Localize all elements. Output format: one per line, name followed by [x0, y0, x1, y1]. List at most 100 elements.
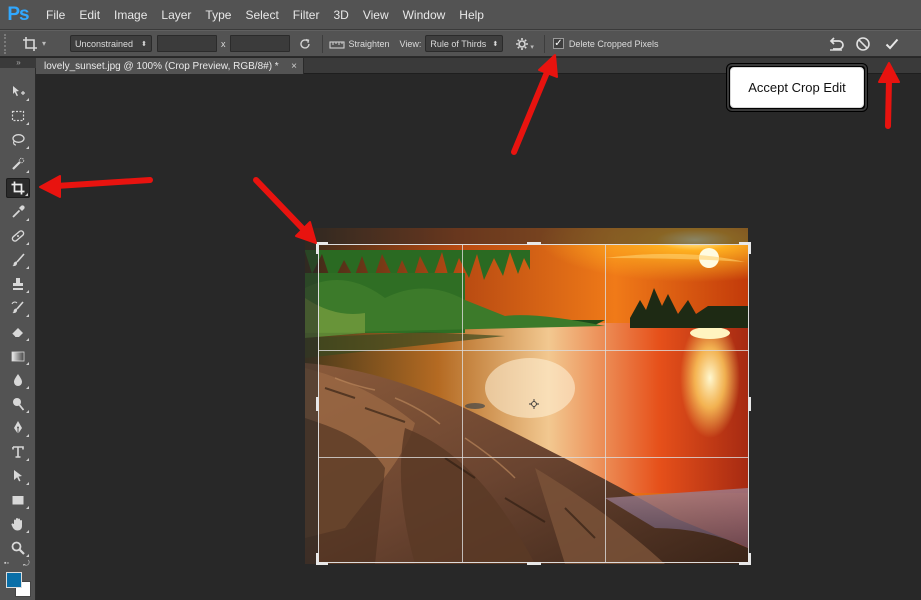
magnifier-icon	[11, 541, 25, 555]
hand-icon	[11, 518, 22, 531]
photoshop-logo: Ps	[7, 3, 29, 25]
separator	[321, 34, 323, 53]
brush-icon	[12, 253, 25, 267]
brush-tool[interactable]	[6, 250, 30, 270]
default-colors-icon[interactable]: ▪▫	[4, 560, 9, 567]
options-bar-grip[interactable]	[4, 33, 12, 54]
width-field[interactable]	[157, 35, 217, 52]
reset-icon[interactable]	[827, 36, 845, 52]
eraser-tool[interactable]	[6, 322, 30, 342]
crop-handle-left[interactable]	[316, 397, 319, 411]
tools-panel: » ▪▫ ⤾	[0, 58, 36, 600]
foreground-color-swatch[interactable]	[6, 572, 22, 588]
menu-window[interactable]: Window	[396, 0, 453, 30]
chevron-down-icon: ▾	[42, 39, 47, 48]
history-brush-tool[interactable]	[6, 298, 30, 318]
thirds-guide-horizontal	[319, 457, 748, 458]
clone-stamp-tool[interactable]	[6, 274, 30, 294]
crop-handle-bottom[interactable]	[527, 562, 541, 565]
healing-brush-tool[interactable]	[6, 226, 30, 246]
crop-handle-bottom-left[interactable]	[316, 553, 319, 565]
marquee-tool[interactable]	[6, 106, 30, 126]
crop-box[interactable]	[316, 242, 751, 565]
thirds-guide-vertical	[462, 245, 463, 562]
crop-handle-bottom-right[interactable]	[748, 553, 751, 565]
straighten-label[interactable]: Straighten	[349, 39, 390, 49]
blur-tool[interactable]	[6, 370, 30, 390]
menu-help[interactable]: Help	[452, 0, 491, 30]
move-icon	[13, 86, 25, 97]
crop-center-icon	[529, 399, 539, 409]
thirds-guide-horizontal	[319, 350, 748, 351]
rectangle-tool[interactable]	[6, 490, 30, 510]
move-tool[interactable]	[6, 82, 30, 102]
aspect-ratio-dropdown[interactable]: Unconstrained ⬍	[70, 35, 152, 52]
delete-cropped-checkbox[interactable]: ✓	[552, 38, 564, 49]
document-tab-title: lovely_sunset.jpg @ 100% (Crop Preview, …	[44, 60, 279, 72]
crop-tool[interactable]	[6, 178, 30, 198]
bandage-icon	[11, 230, 25, 242]
menu-type[interactable]: Type	[198, 0, 238, 30]
swap-colors-icon[interactable]: ⤾	[23, 559, 30, 569]
view-label: View:	[399, 38, 422, 49]
eyedropper-icon	[12, 205, 25, 218]
separator	[543, 34, 545, 53]
gradient-tool[interactable]	[6, 346, 30, 366]
close-icon[interactable]: ×	[291, 61, 297, 72]
eraser-icon	[11, 328, 23, 338]
accept-crop-callout: Accept Crop Edit	[727, 64, 867, 111]
crop-handle-top-right[interactable]	[748, 242, 751, 254]
pen-icon	[14, 421, 22, 434]
options-bar: ▾ Unconstrained ⬍ x Straighten View: Rul…	[0, 30, 921, 57]
menu-file[interactable]: File	[39, 0, 72, 30]
dropdown-arrows-icon: ⬍	[492, 40, 499, 48]
panel-collapse-handle[interactable]: »	[0, 58, 36, 68]
cancel-icon[interactable]	[855, 36, 871, 52]
callout-text: Accept Crop Edit	[730, 67, 864, 108]
checkmark-icon[interactable]	[884, 36, 900, 52]
menu-view[interactable]: View	[356, 0, 396, 30]
lasso-tool[interactable]	[6, 130, 30, 150]
marquee-icon	[11, 110, 25, 122]
color-swatches: ▪▫ ⤾	[4, 559, 34, 600]
delete-cropped-label[interactable]: Delete Cropped Pixels	[569, 39, 659, 49]
thirds-guide-vertical	[605, 245, 606, 562]
dodge-tool[interactable]	[6, 394, 30, 414]
menu-bar: Ps File Edit Image Layer Type Select Fil…	[0, 0, 921, 30]
rotate-icon[interactable]	[298, 37, 312, 51]
crop-handle-top[interactable]	[527, 242, 541, 245]
menu-edit[interactable]: Edit	[72, 0, 107, 30]
crop-handle-right[interactable]	[748, 397, 751, 411]
menu-3d[interactable]: 3D	[326, 0, 355, 30]
crop-icon	[11, 181, 25, 195]
menu-filter[interactable]: Filter	[286, 0, 327, 30]
times-symbol: x	[221, 38, 226, 49]
eyedropper-tool[interactable]	[6, 202, 30, 222]
path-selection-icon	[14, 470, 22, 482]
menu-layer[interactable]: Layer	[154, 0, 198, 30]
gear-icon[interactable]	[515, 37, 529, 51]
quick-selection-tool[interactable]	[6, 154, 30, 174]
document-tab[interactable]: lovely_sunset.jpg @ 100% (Crop Preview, …	[36, 58, 304, 74]
water-drop-icon	[14, 374, 22, 386]
dodge-icon	[13, 398, 25, 411]
zoom-tool[interactable]	[6, 538, 30, 558]
history-brush-icon	[11, 301, 24, 314]
crop-handle-top-left[interactable]	[316, 242, 319, 254]
crop-icon	[22, 36, 38, 52]
straighten-icon[interactable]	[328, 37, 345, 51]
tool-preset-picker[interactable]: ▾	[22, 36, 56, 52]
menu-select[interactable]: Select	[238, 0, 285, 30]
type-tool[interactable]	[6, 442, 30, 462]
dropdown-arrows-icon: ⬍	[141, 40, 147, 48]
overlay-view-dropdown[interactable]: Rule of Thirds ⬍	[425, 35, 504, 52]
menu-image[interactable]: Image	[107, 0, 154, 30]
path-selection-tool[interactable]	[6, 466, 30, 486]
lasso-icon	[12, 134, 25, 146]
height-field[interactable]	[229, 35, 290, 52]
type-icon	[12, 446, 24, 458]
pen-tool[interactable]	[6, 418, 30, 438]
overlay-view-value: Rule of Thirds	[430, 38, 487, 49]
canvas-area[interactable]	[36, 75, 921, 600]
hand-tool[interactable]	[6, 514, 30, 534]
